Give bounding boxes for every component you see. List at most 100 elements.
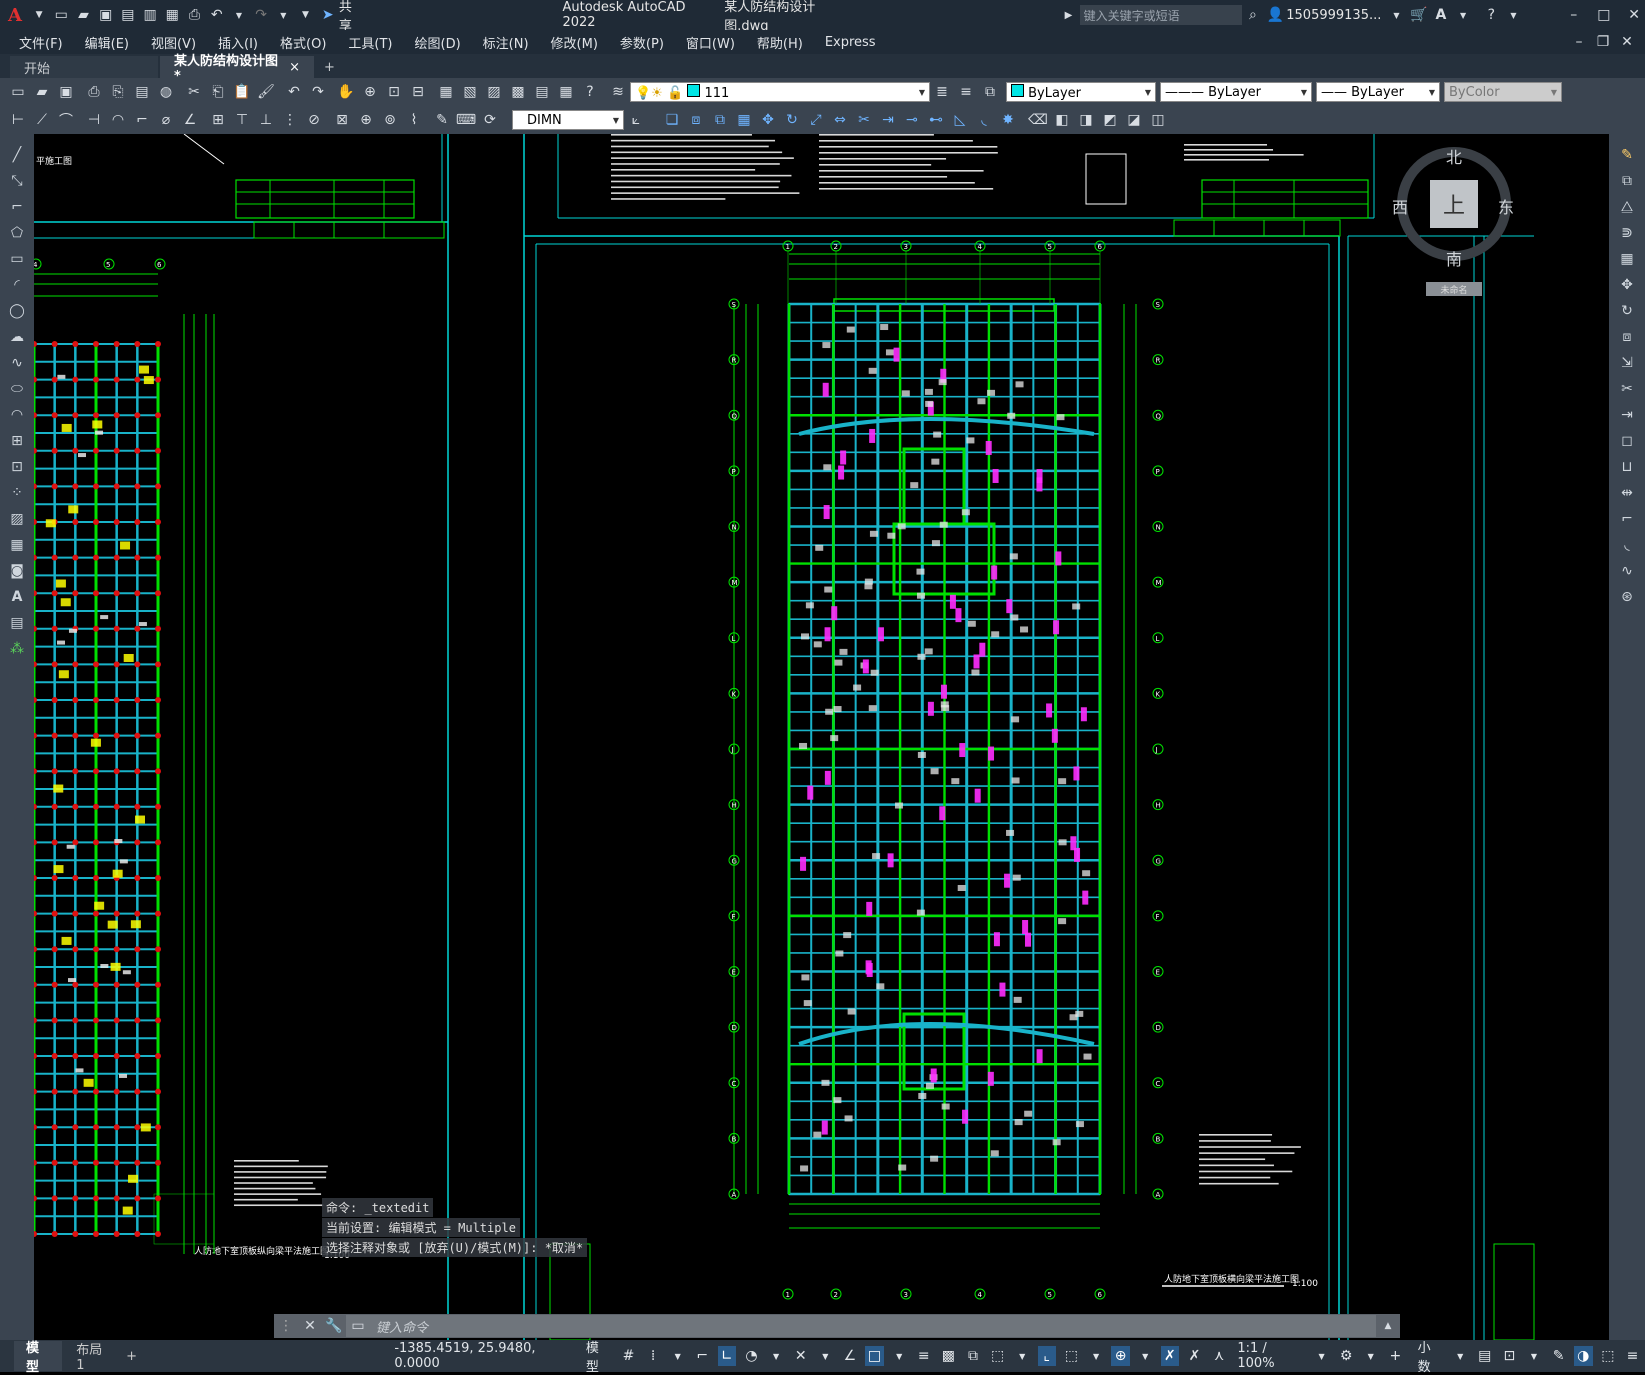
dim-jogged-icon[interactable]: ⌐ [132,110,152,130]
trim-icon[interactable]: ✂ [1616,378,1638,400]
layer-previous-icon[interactable]: ≡ [956,82,976,102]
zoom-prev-icon[interactable]: ⊟ [408,82,428,102]
rectangle-icon[interactable]: ▭ [6,248,28,270]
arc-icon[interactable]: ◜ [6,274,28,296]
osnap-icon[interactable]: □ [865,1346,884,1366]
spline-icon[interactable]: ∿ [6,352,28,374]
chevron-down-icon[interactable]: ▼ [1454,5,1472,25]
units-selector[interactable]: 小数 [1418,1337,1442,1375]
chevron-down-icon[interactable]: ▼ [1387,5,1405,25]
menu-tools[interactable]: 工具(T) [337,33,403,52]
chevron-down-icon[interactable]: ▼ [668,1346,687,1366]
redo-icon[interactable]: ↷ [252,5,270,25]
tolerance-icon[interactable]: ⊠ [332,110,352,130]
doc-restore-icon[interactable]: ❐ [1593,32,1613,52]
new-icon[interactable]: ▭ [8,82,28,102]
xref-icon[interactable]: ◫ [1148,110,1168,130]
markup-icon[interactable]: ▤ [532,82,552,102]
chevron-down-icon[interactable]: ▼ [30,5,48,25]
share-button[interactable]: 共享 [339,0,363,34]
share-icon[interactable]: ➤ [319,5,337,25]
model-space-button[interactable]: 模型 [586,1337,610,1375]
rotate-icon[interactable]: ↻ [782,110,802,130]
dim-aligned-icon[interactable]: ⟋ [32,110,52,130]
selection-cycling-icon[interactable]: ⧉ [964,1346,983,1366]
insert-icon[interactable]: ◨ [1076,110,1096,130]
viewcube-north[interactable]: 北 [1446,144,1462,168]
layer-match-icon[interactable]: ⧉ [980,82,1000,102]
command-prompt-icon[interactable]: ▭ [348,1316,368,1336]
polyline-icon[interactable]: ⌐ [6,196,28,218]
layout-tab[interactable]: 布局1 [62,1341,122,1373]
user-name[interactable]: 1505999135... [1286,8,1381,23]
menu-window[interactable]: 窗口(W) [675,33,746,52]
annotation-scale-icon[interactable]: ⋏ [1210,1346,1229,1366]
calculator-icon[interactable]: ▦ [556,82,576,102]
stretch-icon[interactable]: ⇲ [1616,352,1638,374]
menu-dimension[interactable]: 标注(N) [472,33,540,52]
customize-status-icon[interactable]: ≡ [1623,1346,1642,1366]
dimstyle-icon[interactable]: ⟀ [626,110,646,130]
jogged-linear-icon[interactable]: ⌇ [404,110,424,130]
scale-icon[interactable]: ⤢ [806,110,826,130]
zoom-window-icon[interactable]: ⊡ [384,82,404,102]
new-tab-button[interactable]: + [316,56,343,78]
drawing-canvas[interactable]: 平施工图 人防地下室顶板纵向梁平法施工图 1:100 456 [34,134,1609,1340]
dim-quick-icon[interactable]: ⊞ [208,110,228,130]
menu-draw[interactable]: 绘图(D) [404,33,472,52]
quick-properties-icon[interactable]: ▤ [1475,1346,1494,1366]
ellipse-arc-icon[interactable]: ◠ [6,404,28,426]
revcloud-icon[interactable]: ☁ [6,326,28,348]
chevron-down-icon[interactable]: ▼ [767,1346,786,1366]
break-point-icon[interactable]: ◻ [1616,430,1638,452]
region-icon[interactable]: ◙ [6,560,28,582]
selection-filter-icon[interactable]: ⬚ [1062,1346,1081,1366]
insert-block-icon[interactable]: ⊞ [6,430,28,452]
clean-screen-icon[interactable]: ⬚ [1599,1346,1618,1366]
plotstyle-dropdown[interactable]: ByColor ▼ [1444,82,1562,102]
dim-text-edit-icon[interactable]: ⌨ [456,110,476,130]
dim-linear-icon[interactable]: ⊢ [8,110,28,130]
move-icon[interactable]: ✥ [1616,274,1638,296]
array-icon[interactable]: ▦ [1616,248,1638,270]
polygon-icon[interactable]: ⬠ [6,222,28,244]
chevron-down-icon[interactable]: ▼ [1087,1346,1106,1366]
tab-close-icon[interactable]: × [289,60,300,75]
stretch-icon[interactable]: ⇔ [830,110,850,130]
chevron-down-icon[interactable]: ▼ [1312,1346,1331,1366]
gradient-icon[interactable]: ▦ [6,534,28,556]
gizmo-icon[interactable]: ⊕ [1111,1346,1130,1366]
dim-continue-icon[interactable]: ⊥ [256,110,276,130]
make-current-icon[interactable]: ≣ [932,82,952,102]
inspect-icon[interactable]: ⊚ [380,110,400,130]
move-icon[interactable]: ✥ [758,110,778,130]
help-icon[interactable]: ? [580,82,600,102]
dim-break-icon[interactable]: ⊘ [304,110,324,130]
dim-angular-icon[interactable]: ∠ [180,110,200,130]
isolate-objects-icon[interactable]: ✎ [1549,1346,1568,1366]
menu-format[interactable]: 格式(O) [269,33,337,52]
wcs-menu[interactable]: 未命名 [1426,282,1482,296]
plot-icon[interactable]: ⎙ [84,82,104,102]
menu-help[interactable]: 帮助(H) [746,33,814,52]
open-icon[interactable]: ▰ [32,82,52,102]
tab-start[interactable]: 开始 [10,56,158,78]
attribute-icon[interactable]: ◪ [1124,110,1144,130]
mirror-icon[interactable]: ⧋ [1616,196,1638,218]
block-icon[interactable]: ◧ [1052,110,1072,130]
render-icon[interactable]: ◍ [156,82,176,102]
dim-radius-icon[interactable]: ◠ [108,110,128,130]
maximize-icon[interactable]: □ [1595,5,1613,25]
preview-icon[interactable]: ⎘ [108,82,128,102]
infer-icon[interactable]: ⌐ [693,1346,712,1366]
lock-ui-icon[interactable]: ⊡ [1500,1346,1519,1366]
chevron-right-icon[interactable]: ▶ [1059,5,1077,25]
command-input[interactable]: ▭ 键入命令 [346,1315,1376,1337]
layer-dropdown[interactable]: 💡☀ 🔓 111 ▼ [630,82,930,102]
otrack-icon[interactable]: ∠ [841,1346,860,1366]
wblock-icon[interactable]: ◩ [1100,110,1120,130]
tool-palette-icon[interactable]: ▨ [484,82,504,102]
customize-icon[interactable]: ▼ [296,5,314,25]
chevron-down-icon[interactable]: ▼ [1451,1346,1470,1366]
extend-icon[interactable]: ⇥ [878,110,898,130]
